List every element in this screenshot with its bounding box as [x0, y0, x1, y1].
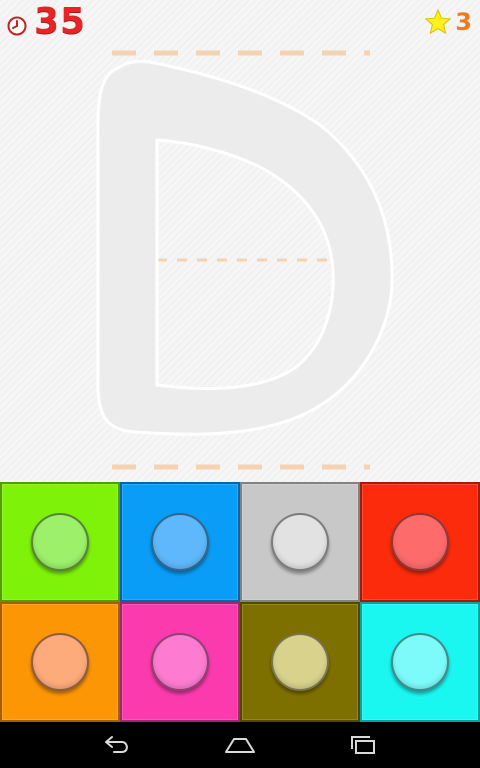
back-icon — [105, 736, 129, 753]
letter-trace-area[interactable] — [0, 0, 480, 482]
system-navigation-bar — [0, 722, 480, 768]
color-palette — [0, 482, 480, 722]
swatch-cyan[interactable] — [360, 602, 480, 722]
clock-icon — [7, 16, 27, 36]
swatch-pink[interactable] — [120, 602, 240, 722]
home-icon — [224, 738, 255, 753]
swatch-lime[interactable] — [0, 482, 120, 602]
swatch-red[interactable] — [360, 482, 480, 602]
swatch-orange[interactable] — [0, 602, 120, 722]
star-count: 3 — [455, 8, 472, 36]
color-dot — [31, 633, 89, 691]
star-counter: 3 — [424, 8, 472, 36]
swatch-blue[interactable] — [120, 482, 240, 602]
timer: 35 — [6, 4, 86, 40]
timer-value: 35 — [34, 1, 87, 42]
back-button[interactable] — [87, 725, 147, 765]
letter-d-outline — [96, 59, 394, 436]
recent-apps-icon — [350, 736, 375, 754]
color-dot — [151, 513, 209, 571]
color-dot — [271, 513, 329, 571]
swatch-gray[interactable] — [240, 482, 360, 602]
home-button[interactable] — [210, 725, 270, 765]
swatch-olive[interactable] — [240, 602, 360, 722]
color-dot — [391, 633, 449, 691]
color-dot — [391, 513, 449, 571]
color-dot — [271, 633, 329, 691]
color-dot — [151, 633, 209, 691]
recent-apps-button[interactable] — [333, 725, 393, 765]
star-icon — [424, 8, 452, 35]
color-dot — [31, 513, 89, 571]
